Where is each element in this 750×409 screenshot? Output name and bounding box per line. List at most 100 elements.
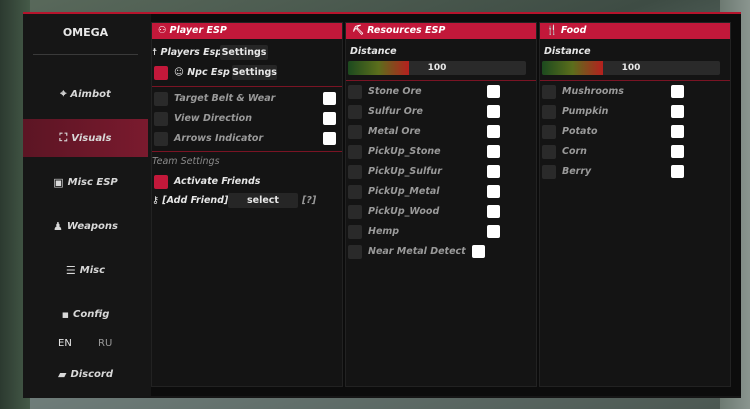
visuals-icon: ⛶ (59, 131, 68, 144)
distance-label: Distance (350, 46, 397, 57)
add-friend-text: [Add Friend] (162, 195, 229, 206)
divider (152, 151, 342, 152)
food-item-label: Corn (562, 146, 587, 157)
resource-item-checkbox[interactable] (348, 185, 362, 199)
food-item-toggle[interactable] (671, 85, 684, 98)
team-settings-heading: Team Settings (152, 156, 220, 167)
sidebar-item-visuals[interactable]: ⛶ Visuals (23, 119, 148, 157)
resource-item-toggle[interactable] (487, 145, 500, 158)
resource-item-checkbox[interactable] (348, 165, 362, 179)
sidebar-item-label: Misc (79, 264, 106, 276)
sidebar-item-label: Visuals (71, 132, 112, 144)
divider (346, 80, 536, 81)
resource-item-toggle[interactable] (487, 105, 500, 118)
cheat-menu-window: OMEGA ⌖ Aimbot ⛶ Visuals ▣ Misc ESP ♟ We… (23, 12, 741, 398)
npc-settings-button[interactable]: Settings (232, 65, 277, 80)
sidebar-item-label: Config (73, 308, 110, 320)
resource-item-checkbox[interactable] (348, 205, 362, 219)
panel-title: Resources ESP (367, 25, 446, 36)
resource-item-label: PickUp_Metal (368, 186, 440, 197)
resource-item-checkbox[interactable] (348, 225, 362, 239)
slider-value: 100 (621, 63, 641, 73)
resource-item-checkbox[interactable] (348, 145, 362, 159)
view-direction-checkbox[interactable] (154, 112, 168, 126)
resource-item-label: PickUp_Stone (368, 146, 441, 157)
npc-esp-checkbox[interactable] (154, 66, 168, 80)
panel-header: 🍴 Food (540, 23, 730, 39)
resource-item-toggle[interactable] (487, 225, 500, 238)
npc-esp-text: Npc Esp (187, 67, 230, 78)
panel-header: ⛏ Resources ESP (346, 23, 536, 39)
fork-knife-icon: 🍴 (546, 25, 558, 36)
players-settings-button[interactable]: Settings (220, 45, 268, 60)
monitor-icon: ▣ (53, 175, 64, 189)
main-content: ⚇ Player ESP ☨ Players Esp Settings ☺ Npc… (151, 14, 741, 396)
food-item-checkbox[interactable] (542, 145, 556, 159)
resource-item-toggle[interactable] (487, 165, 500, 178)
save-icon: ▪ (61, 307, 70, 321)
resource-item-checkbox[interactable] (348, 105, 362, 119)
panel-header: ⚇ Player ESP (152, 23, 342, 39)
food-item-label: Pumpkin (562, 106, 609, 117)
distance-slider[interactable]: 100 (348, 61, 526, 75)
discord-icon: ▰ (57, 367, 67, 381)
distance-slider[interactable]: 100 (542, 61, 720, 75)
resource-item-toggle[interactable] (487, 85, 500, 98)
arrows-indicator-checkbox[interactable] (154, 132, 168, 146)
resources-esp-panel: ⛏ Resources ESP Distance 100 Stone Ore Sul… (345, 22, 537, 387)
food-item-checkbox[interactable] (542, 165, 556, 179)
resource-item-toggle[interactable] (487, 205, 500, 218)
divider (152, 86, 342, 87)
person-icon: ☨ (152, 47, 158, 58)
sidebar-item-weapons[interactable]: ♟ Weapons (23, 207, 148, 245)
add-friend-label: ⚷ [Add Friend] (152, 195, 228, 206)
resource-item-label: Metal Ore (368, 126, 421, 137)
resource-item-checkbox[interactable] (348, 245, 362, 259)
sidebar-item-misc-esp[interactable]: ▣ Misc ESP (23, 163, 148, 201)
food-item-toggle[interactable] (671, 125, 684, 138)
lang-en-button[interactable]: EN (58, 338, 72, 349)
pickaxe-icon: ⛏ (352, 25, 365, 36)
food-item-toggle[interactable] (671, 145, 684, 158)
discord-label: Discord (70, 368, 114, 380)
resource-item-checkbox[interactable] (348, 125, 362, 139)
food-item-toggle[interactable] (671, 165, 684, 178)
food-item-checkbox[interactable] (542, 105, 556, 119)
sidebar-item-label: Aimbot (70, 88, 111, 100)
food-item-label: Potato (562, 126, 598, 137)
resource-item-toggle[interactable] (487, 185, 500, 198)
players-esp-text: Players Esp (160, 47, 223, 58)
sidebar-item-label: Weapons (66, 220, 118, 232)
food-item-label: Berry (562, 166, 592, 177)
option-label: View Direction (174, 113, 252, 124)
sidebar-item-aimbot[interactable]: ⌖ Aimbot (23, 75, 148, 113)
view-direction-toggle[interactable] (323, 112, 336, 125)
robot-icon: ☺ (174, 67, 184, 78)
target-belt-toggle[interactable] (323, 92, 336, 105)
player-esp-panel: ⚇ Player ESP ☨ Players Esp Settings ☺ Npc… (151, 22, 343, 387)
resource-item-toggle[interactable] (487, 125, 500, 138)
crosshair-icon: ⌖ (60, 87, 67, 100)
resource-item-label: PickUp_Wood (368, 206, 440, 217)
food-item-toggle[interactable] (671, 105, 684, 118)
help-marker[interactable]: [?] (302, 195, 316, 206)
activate-friends-checkbox[interactable] (154, 175, 168, 189)
friend-select-dropdown[interactable]: select (228, 193, 298, 208)
sidebar-item-misc[interactable]: ☰ Misc (23, 251, 148, 289)
logo-divider (33, 54, 138, 55)
discord-button[interactable]: ▰ Discord (23, 357, 148, 391)
food-item-checkbox[interactable] (542, 85, 556, 99)
panel-title: Player ESP (169, 25, 227, 36)
player-icon: ⚇ (158, 25, 167, 36)
option-label: Target Belt & Wear (174, 93, 276, 104)
resource-item-label: Sulfur Ore (368, 106, 423, 117)
resource-item-checkbox[interactable] (348, 85, 362, 99)
arrows-indicator-toggle[interactable] (323, 132, 336, 145)
distance-label: Distance (544, 46, 591, 57)
lang-ru-button[interactable]: RU (98, 338, 112, 349)
sidebar-item-config[interactable]: ▪ Config (23, 295, 148, 333)
resource-item-toggle[interactable] (472, 245, 485, 258)
food-panel: 🍴 Food Distance 100 Mushrooms Pumpkin Potat… (539, 22, 731, 387)
food-item-checkbox[interactable] (542, 125, 556, 139)
target-belt-checkbox[interactable] (154, 92, 168, 106)
